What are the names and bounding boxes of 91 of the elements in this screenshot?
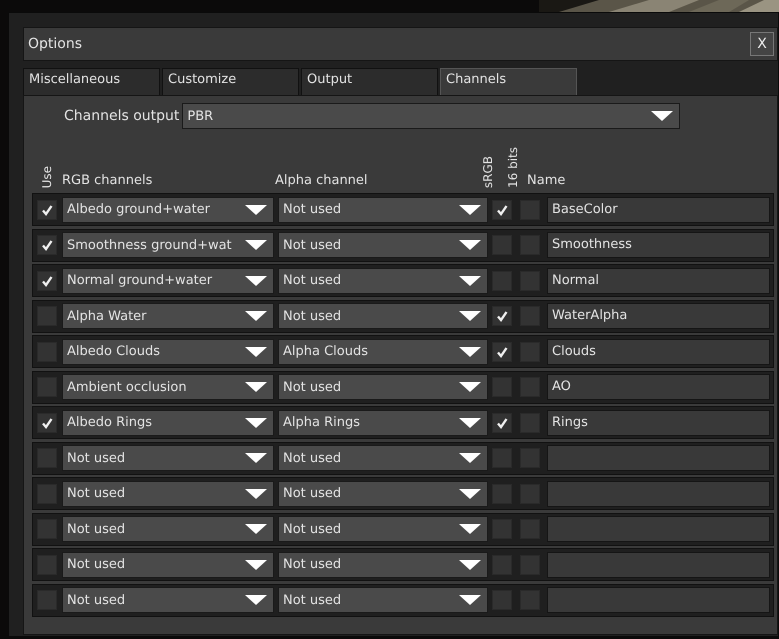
caret-icon bbox=[245, 274, 267, 286]
dropdown[interactable]: Smoothness ground+wat bbox=[62, 232, 274, 258]
caret-icon bbox=[245, 381, 267, 393]
tab[interactable]: Miscellaneous bbox=[23, 68, 160, 95]
caret-icon bbox=[459, 346, 481, 358]
column-header: Name bbox=[527, 173, 566, 188]
caret-icon bbox=[245, 594, 267, 606]
dropdown[interactable]: Alpha Water bbox=[62, 303, 274, 329]
tab[interactable]: Output bbox=[301, 68, 438, 95]
column-header: sRGB bbox=[481, 156, 495, 188]
caret-icon bbox=[459, 204, 481, 216]
check-icon bbox=[41, 239, 53, 251]
input-field[interactable]: Clouds bbox=[547, 338, 770, 364]
check-icon bbox=[496, 346, 508, 358]
caret-icon bbox=[245, 523, 267, 535]
column-header: Use bbox=[40, 166, 54, 188]
column-header: Alpha channel bbox=[275, 173, 369, 188]
check-icon bbox=[496, 204, 508, 216]
dropdown[interactable]: Not used bbox=[278, 516, 488, 542]
input-field[interactable]: Rings bbox=[547, 410, 770, 436]
checkbox[interactable] bbox=[492, 200, 512, 220]
dropdown[interactable]: Not used bbox=[278, 480, 488, 506]
input-field[interactable]: Normal bbox=[547, 268, 770, 294]
input-field[interactable]: AO bbox=[547, 374, 770, 400]
checkbox[interactable] bbox=[37, 270, 57, 290]
check-icon bbox=[496, 310, 508, 322]
input-field[interactable]: BaseColor bbox=[547, 196, 770, 222]
dropdown[interactable]: Not used bbox=[278, 374, 488, 400]
checkbox[interactable] bbox=[37, 235, 57, 255]
input-field[interactable] bbox=[547, 445, 770, 471]
caret-icon bbox=[459, 310, 481, 322]
caret-icon bbox=[245, 452, 267, 464]
caret-icon bbox=[245, 310, 267, 322]
dropdown[interactable]: Not used bbox=[62, 480, 274, 506]
dropdown[interactable]: Not used bbox=[62, 552, 274, 578]
dropdown[interactable]: Albedo Clouds bbox=[62, 338, 274, 364]
dropdown[interactable]: Not used bbox=[278, 232, 488, 258]
caret-icon bbox=[459, 239, 481, 251]
caret-icon bbox=[459, 381, 481, 393]
tab[interactable]: Channels bbox=[440, 68, 577, 95]
dropdown[interactable]: Normal ground+water bbox=[62, 268, 274, 294]
check-icon bbox=[41, 204, 53, 216]
dropdown[interactable]: Alpha Clouds bbox=[278, 338, 488, 364]
close-button[interactable]: X bbox=[750, 32, 774, 56]
window-title: Options bbox=[28, 36, 82, 52]
dropdown[interactable]: Ambient occlusion bbox=[62, 374, 274, 400]
caret-icon bbox=[459, 416, 481, 428]
caret-icon bbox=[459, 274, 481, 286]
dropdown[interactable]: Not used bbox=[278, 268, 488, 294]
checkbox[interactable] bbox=[492, 306, 512, 326]
input-field[interactable] bbox=[547, 480, 770, 506]
dropdown[interactable]: Albedo Rings bbox=[62, 410, 274, 436]
caret-icon bbox=[245, 239, 267, 251]
caret-icon bbox=[459, 452, 481, 464]
input-field[interactable]: Smoothness bbox=[547, 232, 770, 258]
check-icon bbox=[41, 274, 53, 286]
dropdown[interactable]: PBR bbox=[182, 103, 680, 129]
checkbox[interactable] bbox=[37, 200, 57, 220]
dropdown[interactable]: Not used bbox=[62, 445, 274, 471]
caret-icon bbox=[459, 594, 481, 606]
caret-icon bbox=[459, 523, 481, 535]
caret-icon bbox=[651, 110, 674, 122]
check-icon bbox=[496, 416, 508, 428]
caret-icon bbox=[245, 488, 267, 500]
caret-icon bbox=[245, 204, 267, 216]
dropdown[interactable]: Not used bbox=[278, 552, 488, 578]
checkbox[interactable] bbox=[37, 412, 57, 432]
input-field[interactable] bbox=[547, 587, 770, 613]
dropdown[interactable]: Not used bbox=[62, 587, 274, 613]
column-header: 16 bits bbox=[506, 147, 520, 188]
input-field[interactable]: WaterAlpha bbox=[547, 303, 770, 329]
dropdown[interactable]: Albedo ground+water bbox=[62, 196, 274, 222]
input-field[interactable] bbox=[547, 516, 770, 542]
checkbox[interactable] bbox=[492, 342, 512, 362]
check-icon bbox=[41, 416, 53, 428]
caret-icon bbox=[459, 488, 481, 500]
checkbox[interactable] bbox=[492, 412, 512, 432]
field-label: Channels output bbox=[64, 108, 180, 124]
tab[interactable]: Customize bbox=[162, 68, 299, 95]
caret-icon bbox=[245, 346, 267, 358]
dropdown[interactable]: Not used bbox=[278, 196, 488, 222]
input-field[interactable] bbox=[547, 552, 770, 578]
column-header: RGB channels bbox=[62, 173, 154, 188]
dropdown[interactable]: Not used bbox=[278, 303, 488, 329]
dropdown[interactable]: Not used bbox=[62, 516, 274, 542]
dropdown[interactable]: Not used bbox=[278, 445, 488, 471]
caret-icon bbox=[245, 558, 267, 570]
dropdown[interactable]: Not used bbox=[278, 587, 488, 613]
caret-icon bbox=[459, 558, 481, 570]
dropdown[interactable]: Alpha Rings bbox=[278, 410, 488, 436]
caret-icon bbox=[245, 416, 267, 428]
